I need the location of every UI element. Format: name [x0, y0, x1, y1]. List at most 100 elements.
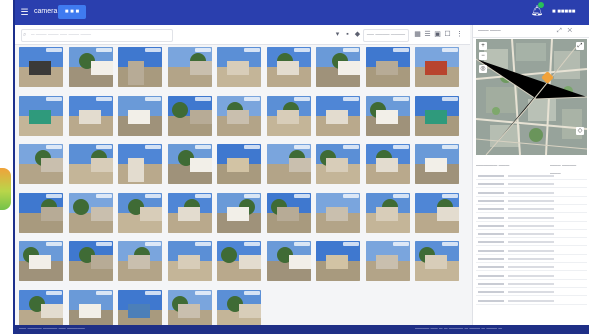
photo-thumbnail[interactable] [266, 192, 311, 233]
decorative-gradient [0, 168, 11, 210]
panel-tools[interactable]: ⤢ ✕ [557, 27, 574, 35]
list-item[interactable] [476, 199, 587, 205]
photo-thumbnail[interactable] [316, 192, 360, 233]
calendar-icon[interactable]: ▪ [343, 30, 352, 39]
sort-select[interactable]: ── ──── ──── [363, 29, 409, 42]
list-item[interactable] [476, 216, 587, 222]
more-icon[interactable]: ⋮ [455, 30, 464, 39]
user-menu[interactable]: ■ ■■■■■ [552, 8, 575, 16]
photo-thumbnail[interactable] [68, 144, 113, 184]
photo-thumbnail[interactable] [316, 241, 360, 281]
photo-thumbnail[interactable] [316, 47, 360, 87]
photo-thumbnail[interactable] [68, 192, 113, 233]
list-item[interactable] [476, 265, 587, 272]
map-view[interactable]: + − ◎ ⤢ ◇ [476, 39, 587, 155]
list-item[interactable] [476, 257, 587, 263]
photo-grid [19, 47, 469, 330]
photo-thumbnail[interactable] [167, 47, 212, 87]
panel-title: ─── ─── [478, 28, 501, 34]
photo-thumbnail[interactable] [217, 289, 261, 330]
map-view-icon[interactable]: ▣ [433, 30, 442, 39]
search-icon: ⌕ [23, 32, 27, 38]
photo-thumbnail[interactable] [365, 241, 410, 281]
photo-thumbnail[interactable] [266, 47, 311, 87]
search-placeholder: ─ ─── ─── ── ─── ─── [31, 32, 92, 38]
zoom-in-button[interactable]: + [479, 42, 487, 50]
photo-thumbnail[interactable] [19, 289, 63, 330]
photo-thumbnail[interactable] [217, 241, 261, 281]
right-panel: ─── ─── ⤢ ✕ + − ◎ ⤢ ◇ ────── ─── ─── ───… [472, 25, 589, 325]
photo-thumbnail[interactable] [415, 144, 459, 184]
photo-thumbnail[interactable] [68, 95, 113, 136]
photo-thumbnail[interactable] [415, 241, 459, 281]
photo-thumbnail[interactable] [19, 95, 63, 136]
panel-header: ─── ─── ⤢ ✕ [473, 25, 589, 38]
list-item[interactable] [476, 299, 587, 305]
grid-view-icon[interactable]: ▦ [413, 30, 422, 39]
locate-icon[interactable]: ◎ [479, 65, 487, 73]
list-header-left: ────── ─── [476, 163, 510, 169]
photo-thumbnail[interactable] [118, 144, 162, 184]
photo-thumbnail[interactable] [266, 241, 311, 281]
photo-thumbnail[interactable] [19, 144, 63, 184]
list-item[interactable] [476, 282, 587, 288]
photo-thumbnail[interactable] [415, 95, 459, 136]
status-bar: ── ──── ──── ── ───── ──── ── ─ ─ ──── ─… [15, 325, 589, 334]
photo-thumbnail[interactable] [68, 241, 113, 281]
photo-thumbnail[interactable] [118, 289, 162, 330]
photo-thumbnail[interactable] [167, 289, 212, 330]
photo-thumbnail[interactable] [365, 95, 410, 136]
photo-thumbnail[interactable] [68, 47, 113, 87]
select-icon[interactable]: ☐ [443, 30, 452, 39]
tag-icon[interactable]: ◆ [353, 30, 362, 39]
list-item[interactable] [476, 274, 587, 280]
fullscreen-icon[interactable]: ⤢ [576, 42, 584, 50]
photo-thumbnail[interactable] [167, 241, 212, 281]
photo-thumbnail[interactable] [118, 47, 162, 87]
map-streets [476, 39, 587, 155]
list-view-icon[interactable]: ☰ [423, 30, 432, 39]
app-brand[interactable]: camera [34, 6, 57, 18]
photo-thumbnail[interactable] [217, 47, 261, 87]
photo-thumbnail[interactable] [217, 95, 261, 136]
search-input[interactable]: ⌕ ─ ─── ─── ── ─── ─── [21, 29, 173, 42]
list-item[interactable] [476, 240, 587, 247]
menu-icon[interactable]: ☰ [19, 7, 30, 18]
layers-icon[interactable]: ◇ [576, 127, 584, 135]
tab-active[interactable]: ■ ■ ■ [58, 5, 86, 19]
photo-thumbnail[interactable] [19, 47, 63, 87]
photo-thumbnail[interactable] [167, 144, 212, 184]
list-item[interactable] [476, 174, 587, 180]
list-item[interactable] [476, 290, 587, 297]
list-item[interactable] [476, 249, 587, 255]
list-item[interactable] [476, 191, 587, 197]
photo-thumbnail[interactable] [316, 95, 360, 136]
list-item[interactable] [476, 182, 587, 189]
photo-thumbnail[interactable] [415, 47, 459, 87]
zoom-out-button[interactable]: − [479, 52, 487, 60]
photo-thumbnail[interactable] [266, 144, 311, 184]
photo-thumbnail[interactable] [19, 192, 63, 233]
list-item[interactable] [476, 207, 587, 214]
photo-thumbnail[interactable] [167, 95, 212, 136]
photo-thumbnail[interactable] [19, 241, 63, 281]
photo-thumbnail[interactable] [415, 192, 459, 233]
photo-thumbnail[interactable] [266, 95, 311, 136]
photo-thumbnail[interactable] [118, 241, 162, 281]
photo-thumbnail[interactable] [68, 289, 113, 330]
photo-thumbnail[interactable] [118, 95, 162, 136]
filter-icon[interactable]: ▾ [333, 30, 342, 39]
list-item[interactable] [476, 224, 587, 230]
status-right: ──── ── ─ ─ ──── ─ ─── ─ ─── ─ [415, 326, 502, 332]
photo-thumbnail[interactable] [365, 192, 410, 233]
photo-thumbnail[interactable] [217, 144, 261, 184]
photo-thumbnail[interactable] [365, 144, 410, 184]
notification-badge [538, 2, 544, 8]
list-item[interactable] [476, 232, 587, 239]
photo-thumbnail[interactable] [316, 144, 360, 184]
photo-thumbnail[interactable] [167, 192, 212, 233]
photo-thumbnail[interactable] [118, 192, 162, 233]
status-left: ── ──── ──── ── ───── [19, 326, 85, 332]
photo-thumbnail[interactable] [365, 47, 410, 87]
photo-thumbnail[interactable] [217, 192, 261, 233]
